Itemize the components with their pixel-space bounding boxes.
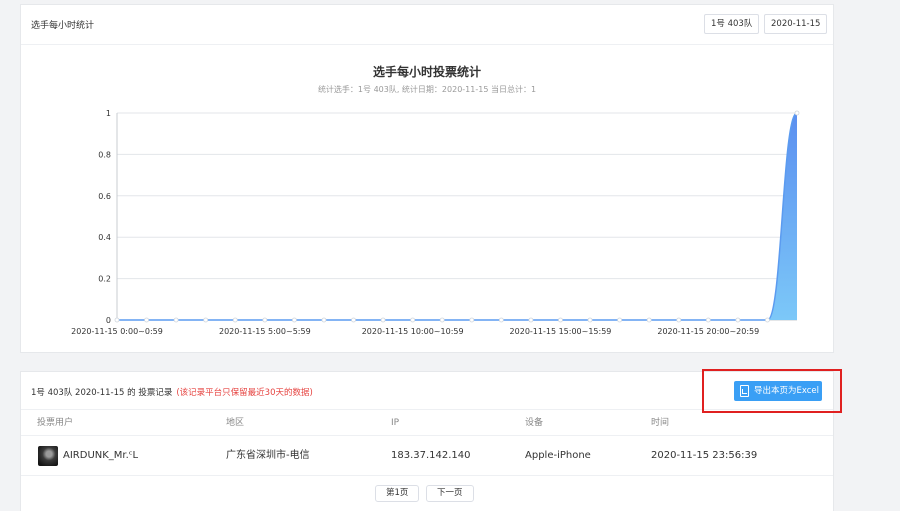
data-point [291,317,297,323]
data-point [558,317,563,323]
y-tick-label: 0 [106,316,111,325]
series-area [116,112,798,321]
data-point [794,110,800,116]
data-point [528,317,534,323]
col-user: 投票用户 [37,418,74,428]
data-point [144,317,149,323]
data-point [410,317,416,323]
series-line [116,112,798,321]
hourly-stats-panel: 选手每小时统计 1号 403队 2020-11-15 选手每小时投票统计 统计选… [20,4,834,353]
data-point [262,317,268,323]
data-point [498,317,504,323]
page-1-button[interactable]: 第1页 [375,485,420,502]
records-title: 1号 403队 2020-11-15 的 投票记录 (该记录平台只保留最近30天的… [31,386,313,398]
col-ip: IP [391,418,400,428]
data-point [765,317,770,323]
y-tick-label: 1 [106,109,111,118]
records-title-text: 1号 403队 2020-11-15 的 投票记录 [31,388,173,398]
x-tick-label: 2020-11-15 15:00~15:59 [510,327,612,336]
x-tick-label: 2020-11-15 0:00~0:59 [71,327,163,336]
hourly-vote-chart: 选手每小时投票统计 统计选手：1号 403队, 统计日期：2020-11-15 … [71,64,800,336]
data-point [232,317,238,323]
col-device: 设备 [525,418,544,428]
avatar [38,446,58,466]
data-point [676,317,682,323]
highlight-annotation [702,369,842,413]
x-tick-label: 2020-11-15 20:00~20:59 [657,327,759,336]
area-fill [117,113,797,320]
x-tick-label: 2020-11-15 10:00~10:59 [362,327,464,336]
y-tick-label: 0.6 [98,192,111,201]
data-point [617,317,623,323]
next-page-button[interactable]: 下一页 [426,485,474,502]
data-point [321,317,327,323]
col-region: 地区 [226,418,245,428]
cell-region: 广东省深圳市-电信 [226,450,310,461]
data-point [705,317,711,323]
chart-subtitle: 统计选手：1号 403队, 统计日期：2020-11-15 当日总计：1 [318,84,536,94]
team-selector[interactable]: 1号 403队 [704,14,760,34]
panel-title: 选手每小时统计 [31,21,95,31]
y-tick-label: 0.8 [98,150,111,159]
data-point [173,317,179,323]
chart-gridlines [116,112,797,321]
data-point [380,317,386,323]
y-tick-label: 0.2 [98,275,111,284]
x-tick-label: 2020-11-15 5:00~5:59 [219,327,311,336]
y-axis-ticks: 0 0.2 0.4 0.6 0.8 1 [98,109,111,325]
chart-title: 选手每小时投票统计 [373,64,481,79]
cell-ip: 183.37.142.140 [391,450,471,461]
series-points [114,110,800,323]
data-point [351,317,356,323]
col-time: 时间 [651,418,670,428]
data-point [735,317,741,323]
y-tick-label: 0.4 [98,233,111,242]
table-header: 投票用户 地区 IP 设备 时间 [21,410,833,436]
date-selector[interactable]: 2020-11-15 [764,14,828,34]
cell-user: AIRDUNK_Mr.ᶜL [63,450,139,461]
cell-device: Apple-iPhone [525,450,591,461]
data-point [439,317,445,323]
x-axis-ticks: 2020-11-15 0:00~0:59 2020-11-15 5:00~5:59… [71,327,759,336]
pagination: 第1页 下一页 [21,476,833,510]
data-point [646,317,652,323]
data-point [469,317,475,323]
cell-time: 2020-11-15 23:56:39 [651,450,758,461]
data-point [587,317,593,323]
table-row: AIRDUNK_Mr.ᶜL 广东省深圳市-电信 183.37.142.140 A… [21,436,833,476]
panel-header: 选手每小时统计 1号 403队 2020-11-15 [21,5,833,45]
data-point [114,317,120,323]
records-note: (该记录平台只保留最近30天的数据) [176,388,313,398]
data-point [203,317,209,323]
